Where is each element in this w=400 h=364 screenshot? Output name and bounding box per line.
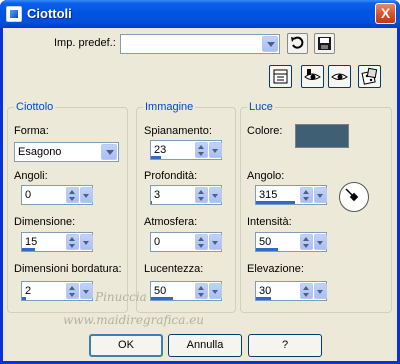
reset-icon bbox=[291, 36, 304, 49]
proof-icon bbox=[304, 69, 321, 80]
spianamento-updown[interactable] bbox=[195, 142, 208, 158]
bordatura-label: Dimensioni bordatura: bbox=[14, 263, 122, 275]
angle-dial[interactable] bbox=[339, 182, 369, 212]
bordatura-updown[interactable] bbox=[66, 283, 79, 299]
intensita-spinner[interactable]: 50 bbox=[255, 232, 327, 252]
chevron-down-icon[interactable] bbox=[101, 144, 117, 160]
angolo-slider[interactable] bbox=[256, 201, 295, 204]
elevazione-label: Elevazione: bbox=[247, 263, 304, 275]
dimensione-dropdown[interactable] bbox=[80, 234, 93, 250]
profondita-spinner[interactable]: 3 bbox=[150, 185, 222, 205]
app-icon bbox=[6, 6, 22, 22]
reset-button[interactable] bbox=[287, 33, 308, 54]
angoli-value: 0 bbox=[25, 189, 32, 201]
spianamento-spinner[interactable]: 23 bbox=[150, 140, 222, 160]
atmosfera-label: Atmosfera: bbox=[144, 216, 198, 228]
preset-label: Imp. predef.: bbox=[54, 37, 116, 49]
preview-toggle-icon bbox=[273, 69, 288, 84]
chevron-down-icon[interactable] bbox=[262, 36, 278, 52]
lucentezza-value: 50 bbox=[154, 285, 167, 297]
auto-proof-button[interactable] bbox=[328, 65, 351, 88]
cancel-button[interactable]: Annulla bbox=[168, 334, 242, 357]
title-bar[interactable]: Ciottoli X bbox=[0, 0, 400, 28]
elevazione-spinner[interactable]: 30 bbox=[255, 281, 327, 301]
dimensione-value: 15 bbox=[25, 236, 38, 248]
dimensione-spinner[interactable]: 15 bbox=[21, 232, 93, 252]
bordatura-spinner[interactable]: 2 bbox=[21, 281, 93, 301]
proof-button[interactable] bbox=[301, 65, 324, 88]
angolo-dropdown[interactable] bbox=[314, 187, 327, 203]
profondita-slider[interactable] bbox=[151, 201, 152, 204]
toggle-preview-button[interactable] bbox=[269, 65, 292, 88]
watermark-name: Pinuccia bbox=[95, 290, 147, 304]
angoli-spinner[interactable]: 0 bbox=[21, 185, 93, 205]
spianamento-label: Spianamento: bbox=[144, 125, 212, 137]
elevazione-slider[interactable] bbox=[256, 297, 271, 300]
bordatura-dropdown[interactable] bbox=[80, 283, 93, 299]
spianamento-dropdown[interactable] bbox=[209, 142, 222, 158]
angoli-dropdown[interactable] bbox=[80, 187, 93, 203]
atmosfera-value: 0 bbox=[154, 236, 161, 248]
forma-select[interactable]: Esagono bbox=[14, 142, 119, 162]
auto-proof-icon bbox=[331, 73, 348, 80]
angolo-label: Angolo: bbox=[247, 170, 285, 182]
elevazione-updown[interactable] bbox=[300, 283, 313, 299]
close-button[interactable]: X bbox=[375, 3, 396, 24]
forma-label: Forma: bbox=[14, 125, 49, 137]
angoli-label: Angoli: bbox=[14, 170, 48, 182]
lucentezza-dropdown[interactable] bbox=[209, 283, 222, 299]
angolo-value: 315 bbox=[259, 189, 278, 201]
atmosfera-dropdown[interactable] bbox=[209, 234, 222, 250]
watermark-url: www.maidiregrafica.eu bbox=[63, 313, 205, 327]
save-preset-button[interactable] bbox=[314, 33, 335, 54]
profondita-updown[interactable] bbox=[195, 187, 208, 203]
dialog-window: Ciottoli X Imp. predef.: Ciottolo Forma:… bbox=[0, 0, 400, 364]
profondita-dropdown[interactable] bbox=[209, 187, 222, 203]
intensita-dropdown[interactable] bbox=[314, 234, 327, 250]
atmosfera-spinner[interactable]: 0 bbox=[150, 232, 222, 252]
window-title: Ciottoli bbox=[27, 6, 72, 21]
dimensione-updown[interactable] bbox=[66, 234, 79, 250]
dialog-client: Imp. predef.: Ciottolo Forma: Esagono An… bbox=[3, 28, 397, 361]
profondita-label: Profondità: bbox=[144, 170, 198, 182]
light-color-swatch[interactable] bbox=[295, 124, 349, 148]
intensita-slider[interactable] bbox=[256, 248, 278, 251]
lucentezza-spinner[interactable]: 50 bbox=[150, 281, 222, 301]
lucentezza-slider[interactable] bbox=[151, 297, 173, 300]
group-immagine-title: Immagine bbox=[143, 101, 196, 113]
forma-value: Esagono bbox=[18, 146, 62, 158]
randomize-dice-icon bbox=[361, 67, 378, 85]
spianamento-slider[interactable] bbox=[151, 156, 161, 159]
lucentezza-updown[interactable] bbox=[195, 283, 208, 299]
intensita-value: 50 bbox=[259, 236, 272, 248]
preset-combo[interactable] bbox=[120, 34, 280, 54]
intensita-label: Intensità: bbox=[247, 216, 292, 228]
profondita-value: 3 bbox=[154, 189, 161, 201]
save-preset-icon bbox=[318, 37, 331, 50]
spianamento-value: 23 bbox=[154, 144, 167, 156]
elevazione-value: 30 bbox=[259, 285, 272, 297]
help-button[interactable]: ? bbox=[248, 334, 322, 357]
group-ciottolo-title: Ciottolo bbox=[14, 101, 56, 113]
elevazione-dropdown[interactable] bbox=[314, 283, 327, 299]
colore-label: Colore: bbox=[247, 125, 283, 137]
group-luce-title: Luce bbox=[247, 101, 275, 113]
dimensione-label: Dimensione: bbox=[14, 216, 76, 228]
bordatura-slider[interactable] bbox=[22, 297, 26, 300]
angoli-updown[interactable] bbox=[66, 187, 79, 203]
angolo-updown[interactable] bbox=[300, 187, 313, 203]
intensita-updown[interactable] bbox=[300, 234, 313, 250]
lucentezza-label: Lucentezza: bbox=[144, 263, 204, 275]
randomize-button[interactable] bbox=[358, 65, 381, 88]
dimensione-slider[interactable] bbox=[22, 248, 35, 251]
angolo-spinner[interactable]: 315 bbox=[255, 185, 327, 205]
ok-button[interactable]: OK bbox=[89, 334, 163, 357]
atmosfera-updown[interactable] bbox=[195, 234, 208, 250]
bordatura-value: 2 bbox=[25, 285, 32, 297]
angle-dial-needle bbox=[345, 188, 359, 202]
